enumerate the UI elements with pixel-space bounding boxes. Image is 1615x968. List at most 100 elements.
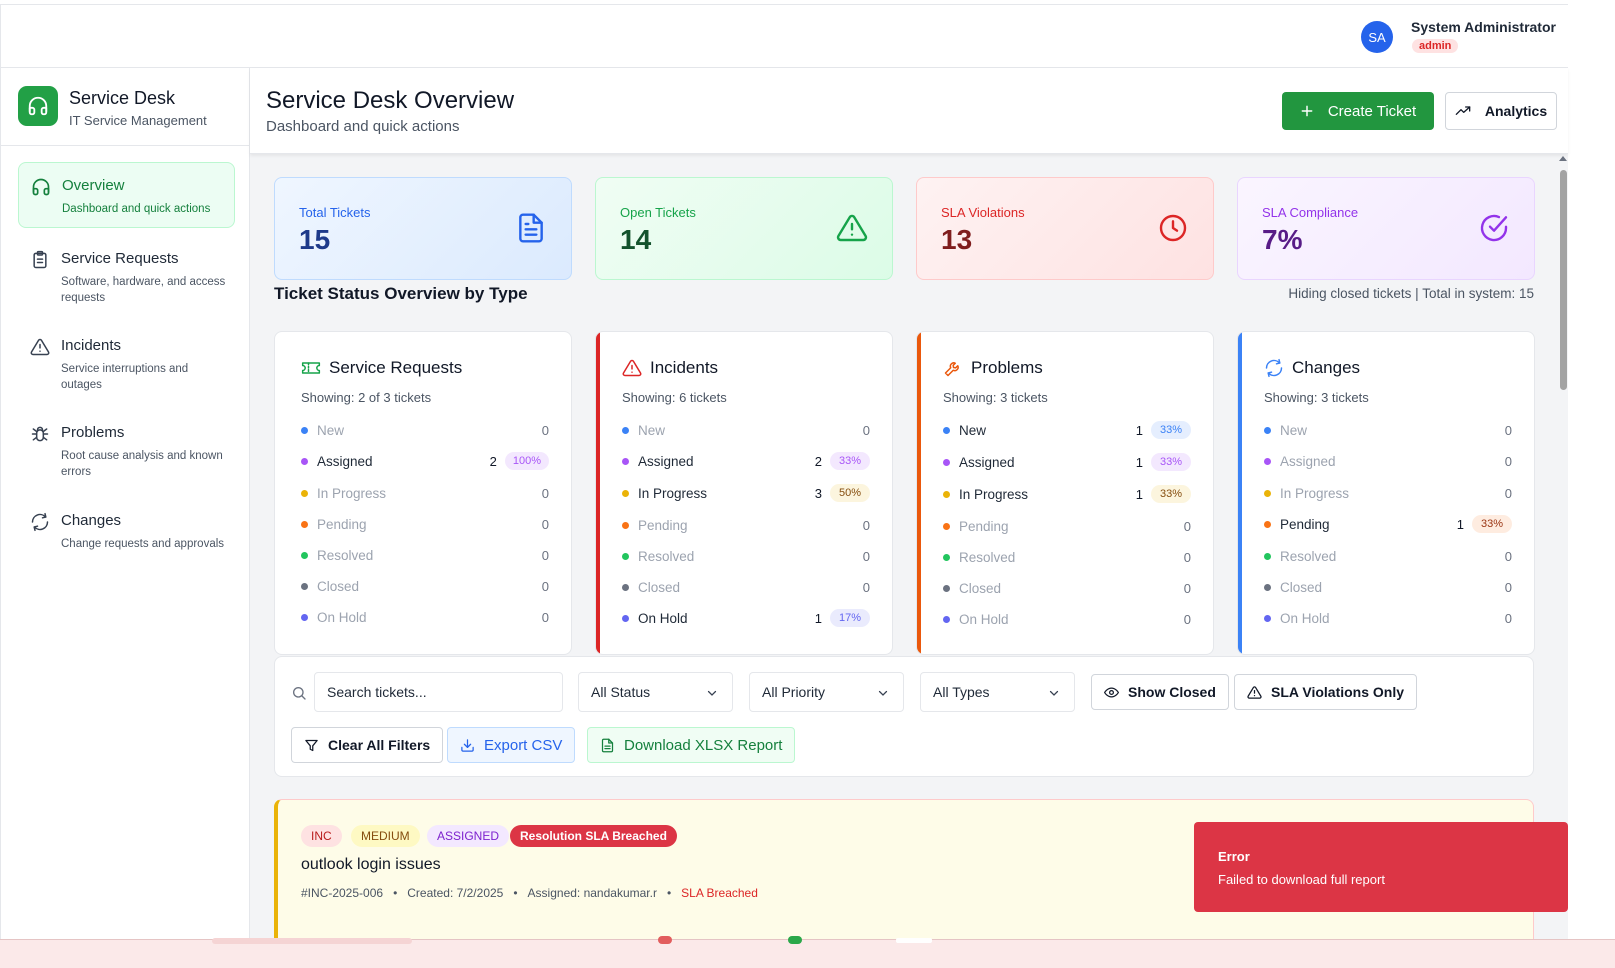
- status-count: 0: [541, 485, 549, 501]
- priority-select-value: All Priority: [762, 684, 826, 700]
- type-card-showing: Showing: 6 tickets: [622, 390, 727, 405]
- card-accent: [1238, 332, 1242, 654]
- status-row: Assigned 0: [1264, 449, 1512, 473]
- user-name: System Administrator: [1411, 19, 1556, 35]
- scroll-up-icon[interactable]: [1559, 156, 1567, 161]
- status-count: 0: [1504, 422, 1512, 438]
- status-dot: [943, 490, 950, 498]
- avatar[interactable]: SA: [1361, 21, 1393, 53]
- status-dot: [622, 521, 629, 529]
- status-percent-badge: 33%: [1151, 453, 1191, 471]
- error-toast[interactable]: Error Failed to download full report: [1194, 822, 1568, 912]
- show-closed-button[interactable]: Show Closed: [1091, 674, 1229, 710]
- status-name: In Progress: [1280, 485, 1350, 501]
- sidebar-item-overview[interactable]: Overview Dashboard and quick actions: [18, 162, 235, 228]
- status-name: In Progress: [638, 485, 708, 501]
- status-name: On Hold: [959, 611, 1009, 627]
- status-count: 0: [862, 517, 870, 533]
- status-dot: [1264, 552, 1271, 560]
- clock-icon: [1159, 214, 1187, 242]
- stat-value: 13: [941, 224, 973, 255]
- status-name: Resolved: [638, 548, 695, 564]
- taskbar-app-icon[interactable]: [788, 936, 802, 944]
- status-dot: [301, 582, 308, 590]
- status-dot: [622, 614, 629, 622]
- ticket-type-badge: INC: [301, 825, 342, 847]
- chevron-down-icon: [878, 690, 888, 696]
- status-dot: [1264, 614, 1271, 622]
- status-count: 3: [814, 485, 822, 501]
- sidebar-item-label: Overview: [62, 177, 125, 194]
- status-dot: [622, 552, 629, 560]
- headphones-icon: [32, 178, 50, 196]
- status-row: Closed 0: [943, 576, 1191, 600]
- sidebar-item-problems[interactable]: Problems Root cause analysis and known e…: [18, 410, 235, 490]
- ticket-icon: [301, 362, 321, 374]
- ticket-title[interactable]: outlook login issues: [301, 856, 441, 874]
- export-csv-button[interactable]: Export CSV: [447, 727, 576, 763]
- status-count: 0: [1504, 548, 1512, 564]
- status-row: Closed 0: [622, 575, 870, 599]
- document-icon: [519, 213, 543, 243]
- status-count: 0: [1504, 453, 1512, 469]
- window-edge: [1568, 0, 1615, 939]
- chevron-down-icon: [707, 690, 717, 696]
- status-name: Closed: [638, 579, 681, 595]
- scrollbar-thumb[interactable]: [1560, 170, 1567, 390]
- status-percent-badge: 50%: [830, 484, 870, 502]
- status-name: Pending: [638, 517, 688, 533]
- status-dot: [943, 584, 950, 592]
- sla-violations-only-label: SLA Violations Only: [1271, 684, 1405, 700]
- status-row: Pending 0: [943, 514, 1191, 538]
- status-name: New: [1280, 422, 1308, 438]
- show-closed-label: Show Closed: [1128, 684, 1216, 700]
- type-card-title: Service Requests: [329, 358, 463, 377]
- sidebar-item-incidents[interactable]: Incidents Service interruptions and outa…: [18, 323, 235, 403]
- ticket-meta: #INC-2025-006 • Created: 7/2/2025 • Assign…: [301, 886, 758, 900]
- taskbar-app-icon[interactable]: [658, 936, 672, 944]
- create-ticket-button[interactable]: Create Ticket: [1282, 92, 1434, 130]
- status-count: 0: [862, 422, 870, 438]
- status-select[interactable]: All Status: [578, 672, 733, 712]
- download-xlsx-button[interactable]: Download XLSX Report: [587, 727, 796, 763]
- status-count: 0: [1183, 580, 1191, 596]
- status-name: Closed: [959, 580, 1002, 596]
- warning-icon: [1247, 685, 1262, 699]
- status-row: New 0: [622, 418, 870, 442]
- status-count: 0: [1504, 485, 1512, 501]
- type-card-header: Incidents: [622, 358, 718, 378]
- status-percent-badge: 17%: [830, 609, 870, 627]
- brand-subtitle: IT Service Management: [69, 113, 207, 128]
- separator: •: [666, 886, 672, 900]
- status-dot: [622, 426, 629, 434]
- analytics-button[interactable]: Analytics: [1445, 92, 1557, 130]
- status-percent-badge: 33%: [1151, 485, 1191, 503]
- export-csv-label: Export CSV: [484, 736, 563, 754]
- status-name: On Hold: [1280, 610, 1330, 626]
- sla-violations-only-button[interactable]: SLA Violations Only: [1234, 674, 1418, 710]
- status-count: 0: [541, 578, 549, 594]
- status-row: On Hold 0: [943, 607, 1191, 631]
- clear-filters-label: Clear All Filters: [328, 737, 431, 753]
- type-card-showing: Showing: 3 tickets: [1264, 390, 1369, 405]
- search-input[interactable]: [314, 672, 563, 712]
- status-dot: [943, 615, 950, 623]
- status-row: On Hold 0: [1264, 606, 1512, 630]
- status-count: 1: [1456, 516, 1464, 532]
- status-dot: [1264, 520, 1271, 528]
- status-dot: [301, 457, 308, 465]
- check-circle-icon: [1480, 214, 1508, 242]
- warning-icon: [622, 359, 642, 377]
- sidebar-item-service-requests[interactable]: Service Requests Software, hardware, and…: [18, 236, 235, 316]
- taskbar-app-icon[interactable]: [896, 938, 932, 943]
- type-card-header: Problems: [943, 358, 1043, 378]
- status-row: On Hold 1 17%: [622, 606, 870, 630]
- clear-filters-button[interactable]: Clear All Filters: [291, 727, 444, 763]
- status-row: New 0: [301, 418, 549, 442]
- status-row: In Progress 0: [1264, 481, 1512, 505]
- taskbar-search[interactable]: [212, 938, 412, 944]
- types-select[interactable]: All Types: [920, 672, 1075, 712]
- card-accent: [596, 332, 600, 654]
- priority-select[interactable]: All Priority: [749, 672, 904, 712]
- sidebar-item-changes[interactable]: Changes Change requests and approvals: [18, 498, 235, 558]
